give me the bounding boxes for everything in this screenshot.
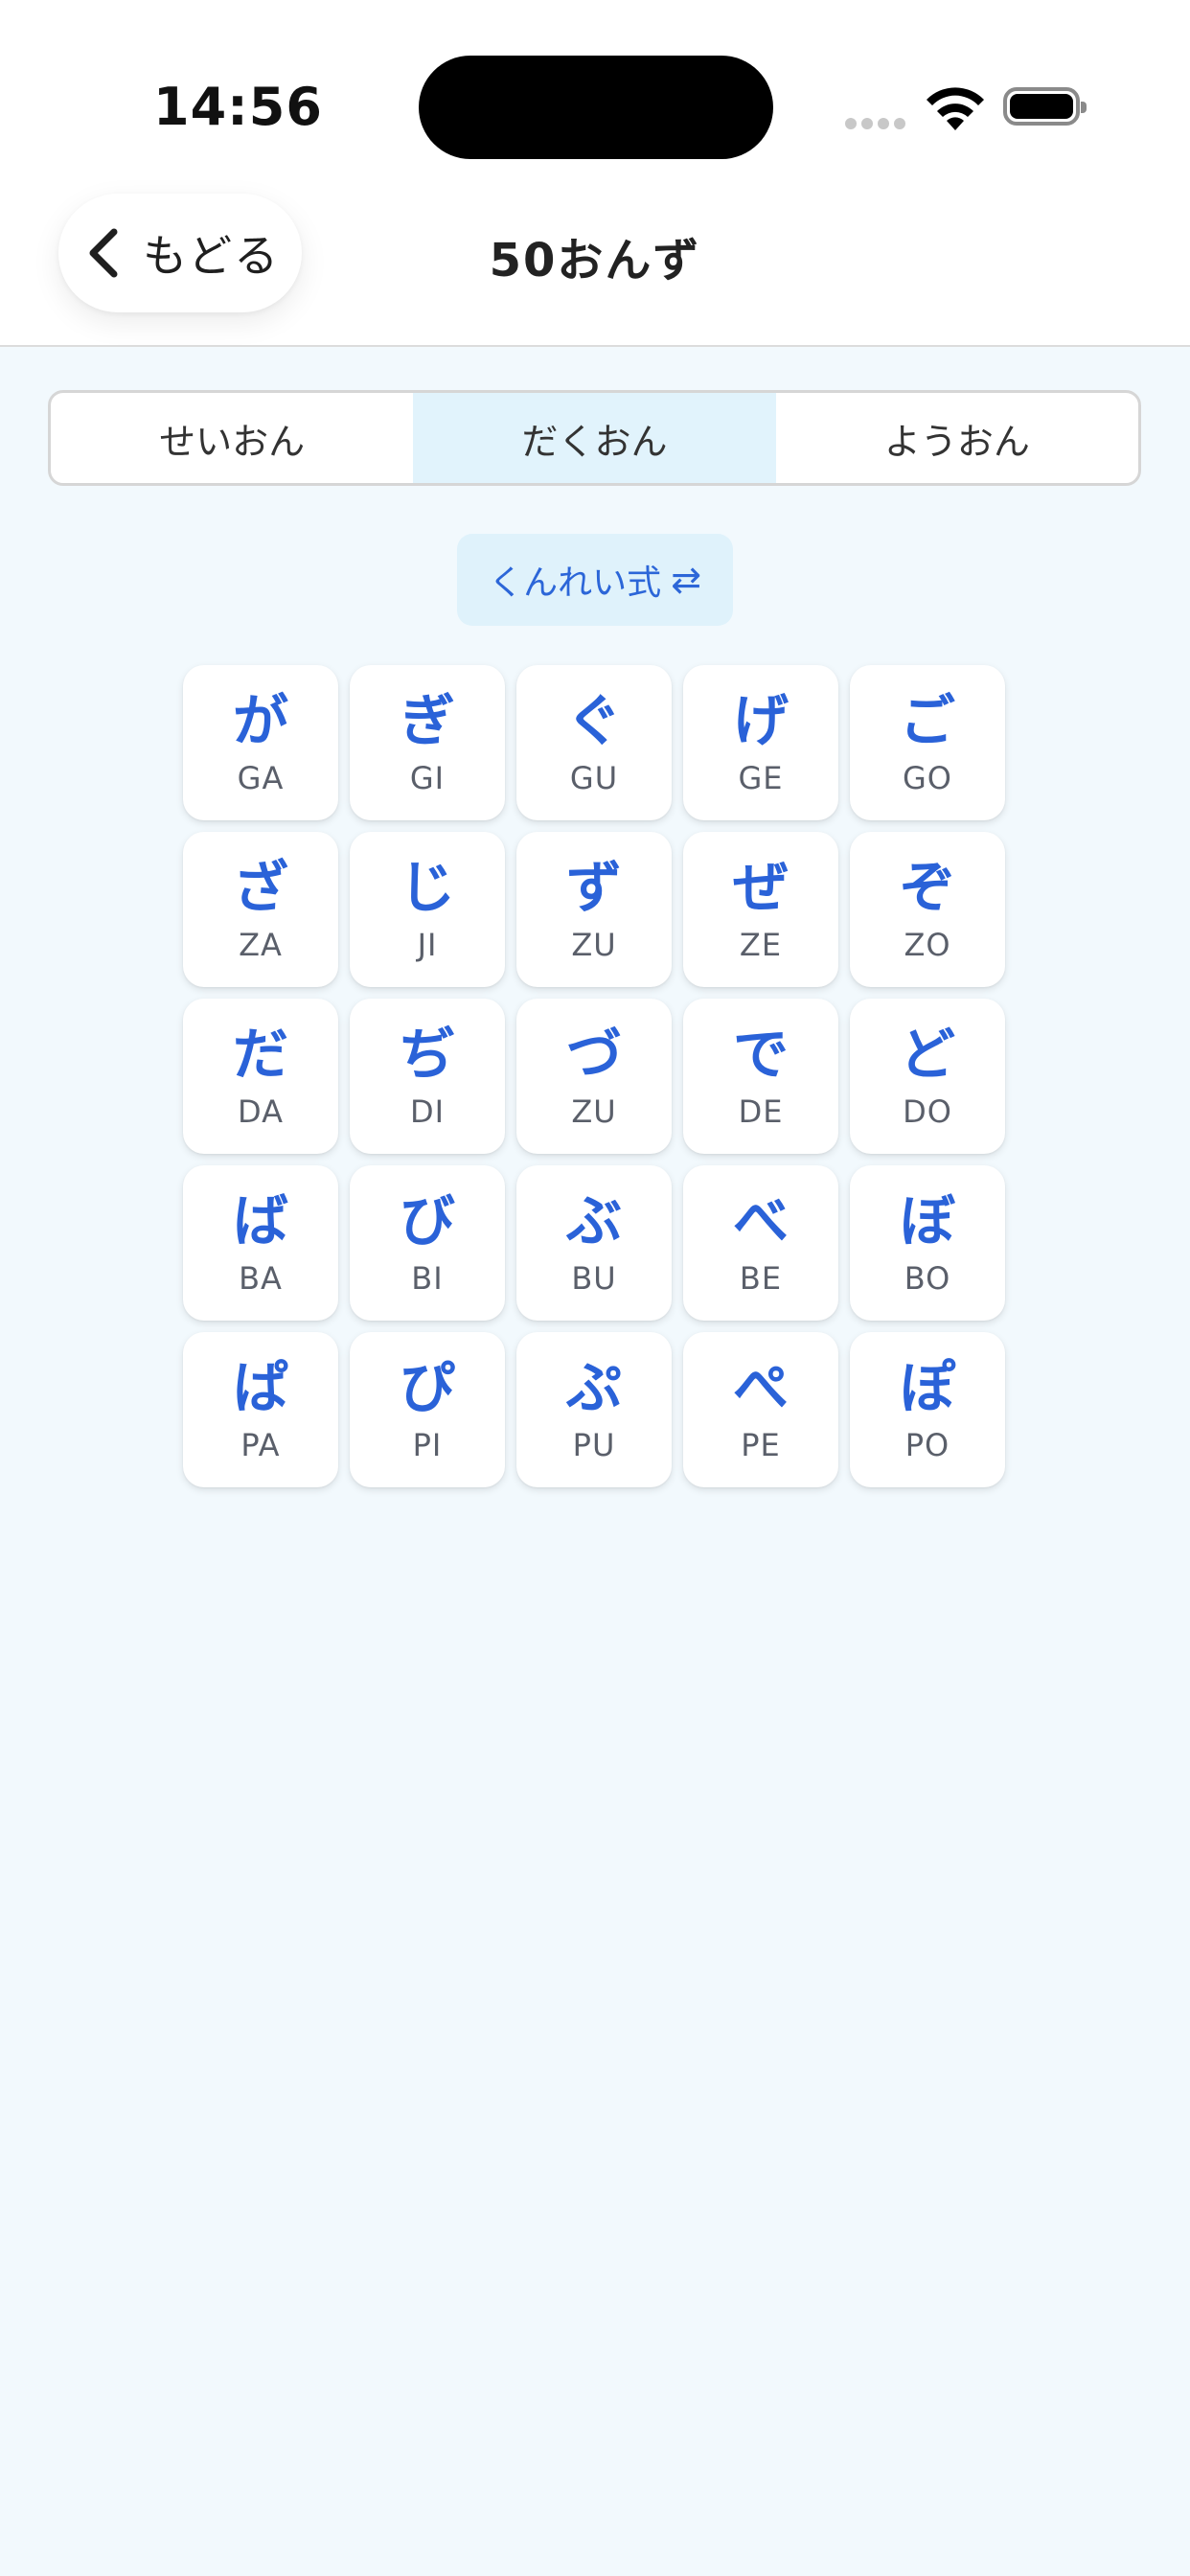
kana-romaji: ZE	[739, 927, 783, 963]
kana-card[interactable]: ぼ BO	[850, 1165, 1005, 1321]
swap-arrows-icon: ⇄	[671, 559, 701, 601]
kana-romaji: DI	[409, 1093, 446, 1130]
kana-row: が GA ぎ GI ぐ GU げ GE ご GO	[183, 665, 1007, 820]
kana-char: だ	[232, 1022, 288, 1087]
kana-card[interactable]: ぢ DI	[350, 999, 505, 1154]
kana-char: じ	[399, 855, 455, 920]
kana-row: だ DA ぢ DI づ ZU で DE ど DO	[183, 999, 1007, 1154]
kana-card[interactable]: ぜ ZE	[683, 832, 838, 987]
kana-card[interactable]: ぽ PO	[850, 1332, 1005, 1487]
kana-romaji: DA	[238, 1093, 284, 1130]
kana-romaji: BE	[739, 1260, 783, 1297]
dynamic-island	[419, 56, 773, 159]
tab-dakuon[interactable]: だくおん	[413, 393, 776, 483]
kana-card[interactable]: ぺ PE	[683, 1332, 838, 1487]
kana-romaji: ZU	[571, 1093, 617, 1130]
romanization-toggle-label: くんれい式	[489, 564, 662, 603]
kana-romaji: GI	[409, 760, 446, 796]
kana-char: ぼ	[899, 1188, 955, 1254]
kana-romaji: GE	[738, 760, 784, 796]
kana-romaji: DO	[903, 1093, 952, 1130]
kana-row: ざ ZA じ JI ず ZU ぜ ZE ぞ ZO	[183, 832, 1007, 987]
kana-romaji: BO	[904, 1260, 951, 1297]
kana-romaji: PA	[240, 1427, 281, 1463]
kana-char: が	[232, 688, 288, 753]
kana-type-tabs: せいおん だくおん ようおん	[48, 390, 1141, 486]
kana-romaji: BU	[571, 1260, 617, 1297]
battery-icon	[1003, 87, 1087, 126]
kana-char: ぴ	[399, 1355, 455, 1420]
kana-char: ぷ	[565, 1355, 622, 1420]
kana-romaji: ZU	[571, 927, 617, 963]
kana-row: ぱ PA ぴ PI ぷ PU ぺ PE ぽ PO	[183, 1332, 1007, 1487]
kana-char: づ	[565, 1022, 622, 1087]
kana-char: ぶ	[565, 1188, 622, 1254]
status-time: 14:56	[153, 77, 323, 137]
romanization-toggle-button[interactable]: くんれい式 ⇄	[457, 534, 733, 626]
kana-romaji: ZA	[239, 927, 283, 963]
kana-row: ば BA び BI ぶ BU べ BE ぼ BO	[183, 1165, 1007, 1321]
kana-char: ぽ	[899, 1355, 955, 1420]
kana-card[interactable]: ぷ PU	[516, 1332, 672, 1487]
kana-card[interactable]: げ GE	[683, 665, 838, 820]
kana-romaji: GU	[569, 760, 619, 796]
kana-card[interactable]: じ JI	[350, 832, 505, 987]
kana-romaji: BA	[239, 1260, 283, 1297]
kana-char: び	[399, 1188, 455, 1254]
kana-romaji: GO	[903, 760, 952, 796]
cellular-signal-icon	[845, 115, 910, 133]
kana-char: ぱ	[232, 1355, 288, 1420]
kana-romaji: ZO	[904, 927, 951, 963]
kana-romaji: PE	[741, 1427, 781, 1463]
kana-card[interactable]: ぶ BU	[516, 1165, 672, 1321]
kana-romaji: PU	[572, 1427, 616, 1463]
kana-card[interactable]: づ ZU	[516, 999, 672, 1154]
kana-char: げ	[732, 688, 789, 753]
status-bar: 14:56	[0, 0, 1190, 201]
back-button-label: もどる	[143, 230, 281, 282]
kana-romaji: BI	[411, 1260, 444, 1297]
kana-romaji: PI	[412, 1427, 443, 1463]
kana-card[interactable]: ば BA	[183, 1165, 338, 1321]
kana-card[interactable]: ぞ ZO	[850, 832, 1005, 987]
kana-card[interactable]: べ BE	[683, 1165, 838, 1321]
kana-char: ぢ	[399, 1022, 455, 1087]
kana-card[interactable]: が GA	[183, 665, 338, 820]
kana-card[interactable]: ぴ PI	[350, 1332, 505, 1487]
kana-card[interactable]: ど DO	[850, 999, 1005, 1154]
kana-romaji: DE	[738, 1093, 784, 1130]
kana-char: ぜ	[732, 855, 789, 920]
chevron-left-icon	[89, 228, 118, 278]
kana-card[interactable]: だ DA	[183, 999, 338, 1154]
kana-char: ぐ	[565, 688, 622, 753]
kana-card[interactable]: ざ ZA	[183, 832, 338, 987]
kana-char: ぞ	[899, 855, 955, 920]
kana-card[interactable]: で DE	[683, 999, 838, 1154]
kana-card[interactable]: ぐ GU	[516, 665, 672, 820]
kana-char: ぎ	[399, 688, 455, 753]
kana-romaji: PO	[904, 1427, 950, 1463]
kana-char: ど	[899, 1022, 955, 1087]
kana-romaji: GA	[237, 760, 285, 796]
kana-char: ぺ	[732, 1355, 789, 1420]
kana-grid: が GA ぎ GI ぐ GU げ GE ご GO ざ ZA じ JI ず ZU ぜ ZE ぞ ZO …	[183, 665, 1007, 1499]
kana-card[interactable]: び BI	[350, 1165, 505, 1321]
kana-card[interactable]: ず ZU	[516, 832, 672, 987]
kana-romaji: JI	[417, 927, 438, 963]
kana-char: ば	[232, 1188, 288, 1254]
nav-header: 50おんず もどる	[0, 172, 1190, 347]
back-button[interactable]: もどる	[58, 194, 302, 312]
kana-char: で	[732, 1022, 789, 1087]
tab-seion[interactable]: せいおん	[51, 393, 413, 483]
kana-char: ず	[565, 855, 622, 920]
kana-char: べ	[732, 1188, 789, 1254]
wifi-icon	[927, 87, 984, 130]
kana-card[interactable]: ご GO	[850, 665, 1005, 820]
kana-char: ざ	[232, 855, 288, 920]
kana-char: ご	[899, 688, 955, 753]
kana-card[interactable]: ぱ PA	[183, 1332, 338, 1487]
tab-youon[interactable]: ようおん	[776, 393, 1138, 483]
kana-card[interactable]: ぎ GI	[350, 665, 505, 820]
